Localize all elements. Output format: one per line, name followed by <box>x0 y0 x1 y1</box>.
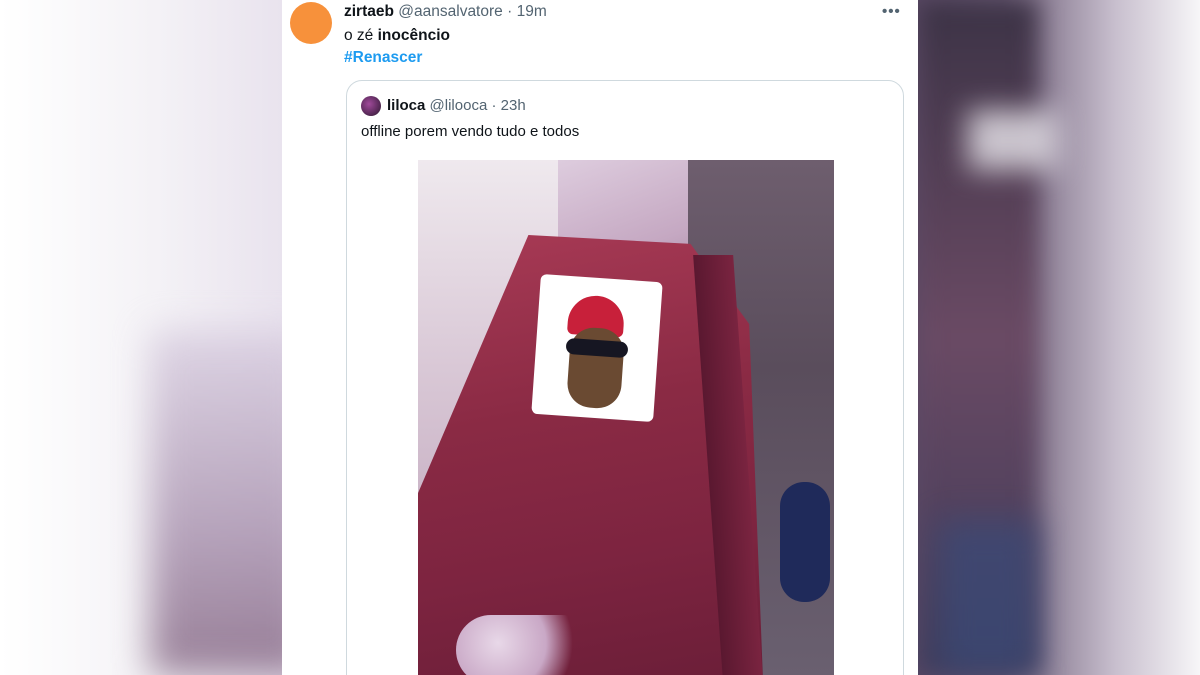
tweet-header: zirtaeb @aansalvatore · 19m <box>344 2 547 22</box>
background-right <box>918 0 1200 675</box>
quoted-avatar[interactable] <box>361 96 381 116</box>
hashtag-link[interactable]: #Renascer <box>344 49 422 66</box>
timestamp[interactable]: 19m <box>517 3 547 20</box>
quoted-text: offline porem vendo tudo e todos <box>361 123 580 140</box>
background-blur <box>938 520 1038 675</box>
quoted-tweet[interactable]: liloca @lilooca · 23h offline porem vend… <box>346 80 904 675</box>
author-name[interactable]: zirtaeb <box>344 3 394 20</box>
quoted-author-handle[interactable]: @lilooca <box>430 97 488 114</box>
quoted-timestamp[interactable]: 23h <box>501 97 526 114</box>
quoted-header: liloca @lilooca · 23h <box>387 96 526 116</box>
quoted-author-name[interactable]: liloca <box>387 97 425 114</box>
photo-flowers <box>456 615 596 675</box>
background-blur <box>150 330 282 675</box>
photo-flipflop <box>780 482 830 602</box>
tweet-text-bold: inocêncio <box>377 27 450 44</box>
ellipsis-icon[interactable]: ••• <box>882 3 901 20</box>
avatar[interactable] <box>290 2 332 44</box>
author-handle[interactable]: @aansalvatore <box>398 3 503 20</box>
background-left <box>0 0 282 675</box>
tweet-text-prefix: o zé <box>344 27 374 44</box>
tweet-card: zirtaeb @aansalvatore · 19m ••• o zé ino… <box>282 0 918 675</box>
separator: · <box>507 3 513 20</box>
tweet-text: o zé inocêncio #Renascer <box>344 25 450 69</box>
photo-coffin-window <box>531 273 663 423</box>
separator: · <box>491 97 497 114</box>
background-blur <box>968 110 1058 170</box>
quoted-photo[interactable] <box>418 160 834 675</box>
